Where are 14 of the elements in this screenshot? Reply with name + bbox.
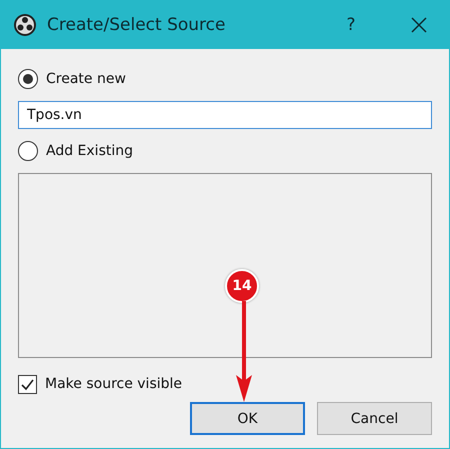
checkbox-label: Make source visible xyxy=(45,376,182,392)
radio-button[interactable] xyxy=(18,69,38,89)
logo-icon xyxy=(13,13,37,37)
close-icon[interactable] xyxy=(411,17,427,33)
name-field[interactable]: Tpos.vn xyxy=(18,101,432,129)
cancel-button[interactable]: Cancel xyxy=(317,402,432,435)
checkbox[interactable] xyxy=(18,374,37,394)
option-label: Create new xyxy=(46,71,126,87)
option-label: Add Existing xyxy=(46,143,134,159)
ok-button[interactable]: OK xyxy=(190,402,305,435)
radio-button[interactable] xyxy=(18,141,38,161)
help-button[interactable]: ? xyxy=(331,15,371,35)
window-title: Create/Select Source xyxy=(47,15,226,35)
source-list[interactable] xyxy=(18,173,432,358)
